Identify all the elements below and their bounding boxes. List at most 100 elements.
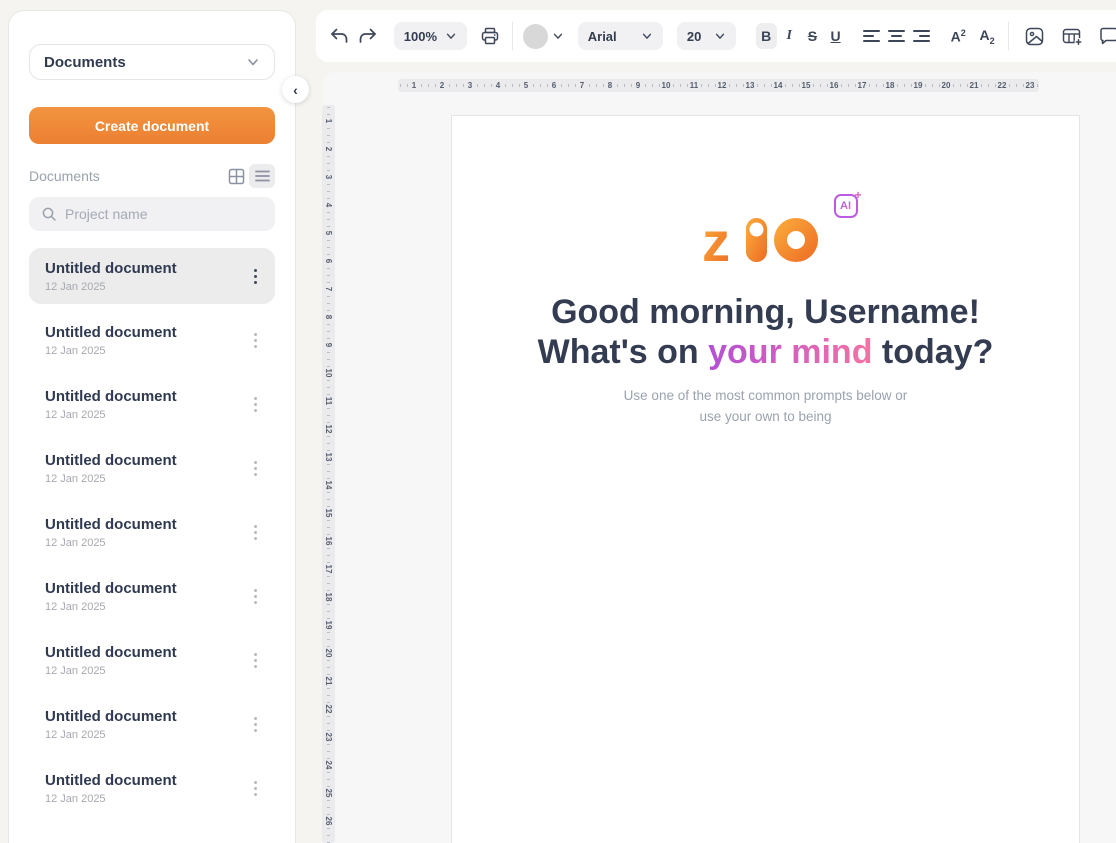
document-date: 12 Jan 2025: [45, 729, 248, 741]
document-date: 12 Jan 2025: [45, 345, 248, 357]
document-date: 12 Jan 2025: [45, 281, 248, 293]
grid-view-icon: [228, 168, 245, 185]
document-list: Untitled document 12 Jan 2025 Untitled d…: [29, 248, 275, 816]
document-list-item[interactable]: Untitled document 12 Jan 2025: [29, 248, 275, 304]
chevron-down-icon: [641, 30, 653, 42]
greeting-line2: What's on your mind today?: [452, 332, 1079, 372]
create-document-button[interactable]: Create document: [29, 107, 275, 144]
document-title: Untitled document: [45, 580, 248, 597]
editor-toolbar: 100% Arial 20 B I S U A2 A2: [316, 10, 1116, 62]
editor-canvas: 1234567891011121314151617181920212223 12…: [322, 72, 1116, 843]
chevron-down-icon: [552, 30, 564, 42]
chevron-down-icon: [445, 30, 457, 42]
document-date: 12 Jan 2025: [45, 793, 248, 805]
grid-view-button[interactable]: [223, 164, 249, 188]
align-right-icon: [913, 30, 930, 42]
ai-badge: AI +: [834, 194, 858, 218]
document-menu-button[interactable]: [248, 455, 263, 482]
zoom-value: 100%: [404, 29, 437, 44]
document-date: 12 Jan 2025: [45, 601, 248, 613]
color-swatch: [523, 24, 548, 49]
font-size-value: 20: [687, 29, 701, 44]
align-right-button[interactable]: [910, 23, 933, 49]
superscript-button[interactable]: A2: [947, 28, 970, 45]
align-left-icon: [863, 30, 880, 42]
document-list-item[interactable]: Untitled document 12 Jan 2025: [29, 376, 275, 432]
align-center-button[interactable]: [885, 23, 908, 49]
document-list-item[interactable]: Untitled document 12 Jan 2025: [29, 312, 275, 368]
undo-icon: [329, 27, 349, 45]
toolbar-divider: [512, 22, 513, 50]
chevron-down-icon: [246, 55, 260, 69]
search-box[interactable]: [29, 197, 275, 231]
chevron-down-icon: [714, 30, 726, 42]
insert-image-button[interactable]: [1023, 23, 1046, 49]
strikethrough-button[interactable]: S: [802, 23, 823, 49]
document-list-item[interactable]: Untitled document 12 Jan 2025: [29, 504, 275, 560]
search-input[interactable]: [65, 206, 263, 222]
zoom-select[interactable]: 100%: [394, 22, 467, 50]
undo-button[interactable]: [328, 23, 351, 49]
document-title: Untitled document: [45, 388, 248, 405]
document-list-item[interactable]: Untitled document 12 Jan 2025: [29, 696, 275, 752]
document-list-item[interactable]: Untitled document 12 Jan 2025: [29, 632, 275, 688]
toolbar-divider: [1008, 22, 1009, 50]
document-menu-button[interactable]: [248, 391, 263, 418]
search-icon: [41, 206, 57, 222]
workspace-selector-label: Documents: [44, 54, 126, 71]
text-color-picker[interactable]: [523, 24, 564, 49]
align-left-button[interactable]: [860, 23, 883, 49]
document-menu-button[interactable]: [248, 327, 263, 354]
document-list-item[interactable]: Untitled document 12 Jan 2025: [29, 440, 275, 496]
bold-button[interactable]: B: [756, 23, 777, 49]
document-menu-button[interactable]: [248, 775, 263, 802]
greeting-subtitle: Use one of the most common prompts below…: [452, 385, 1079, 427]
font-family-select[interactable]: Arial: [578, 22, 663, 50]
table-add-icon: [1061, 26, 1083, 47]
sparkle-icon: +: [854, 188, 861, 202]
comment-button[interactable]: [1097, 23, 1116, 49]
redo-button[interactable]: [357, 23, 380, 49]
zio-logo-icon: z: [704, 206, 828, 266]
document-page[interactable]: z AI + Good morning, Username! What's on…: [451, 115, 1080, 843]
font-family-value: Arial: [588, 29, 617, 44]
documents-section-header: Documents: [29, 164, 275, 188]
comment-icon: [1098, 26, 1116, 46]
underline-button[interactable]: U: [825, 23, 846, 49]
document-date: 12 Jan 2025: [45, 665, 248, 677]
workspace-selector[interactable]: Documents: [29, 44, 275, 80]
greeting-line1: Good morning, Username!: [452, 292, 1079, 332]
vertical-ruler: 1234567891011121314151617181920212223242…: [322, 105, 335, 843]
document-date: 12 Jan 2025: [45, 537, 248, 549]
sidebar-collapse-button[interactable]: ‹: [282, 76, 309, 103]
insert-table-button[interactable]: [1060, 23, 1083, 49]
document-menu-button[interactable]: [248, 583, 263, 610]
list-view-button[interactable]: [249, 164, 275, 188]
printer-icon: [480, 26, 500, 46]
redo-icon: [358, 27, 378, 45]
document-date: 12 Jan 2025: [45, 409, 248, 421]
document-list-item[interactable]: Untitled document 12 Jan 2025: [29, 568, 275, 624]
document-title: Untitled document: [45, 452, 248, 469]
app-logo: z AI +: [704, 206, 828, 266]
print-button[interactable]: [479, 23, 502, 49]
document-title: Untitled document: [45, 516, 248, 533]
document-list-item[interactable]: Untitled document 12 Jan 2025: [29, 760, 275, 816]
italic-button[interactable]: I: [779, 23, 800, 49]
document-menu-button[interactable]: [248, 519, 263, 546]
document-title: Untitled document: [45, 772, 248, 789]
font-size-select[interactable]: 20: [677, 22, 736, 50]
document-title: Untitled document: [45, 260, 248, 277]
svg-text:z: z: [704, 210, 730, 266]
document-title: Untitled document: [45, 324, 248, 341]
document-title: Untitled document: [45, 644, 248, 661]
subscript-button[interactable]: A2: [976, 27, 999, 46]
document-menu-button[interactable]: [248, 711, 263, 738]
document-date: 12 Jan 2025: [45, 473, 248, 485]
document-title: Untitled document: [45, 708, 248, 725]
greeting-highlight: your mind: [708, 333, 872, 371]
document-menu-button[interactable]: [248, 647, 263, 674]
document-menu-button[interactable]: [248, 263, 263, 290]
horizontal-ruler: 1234567891011121314151617181920212223: [398, 79, 1039, 92]
image-icon: [1024, 26, 1045, 47]
